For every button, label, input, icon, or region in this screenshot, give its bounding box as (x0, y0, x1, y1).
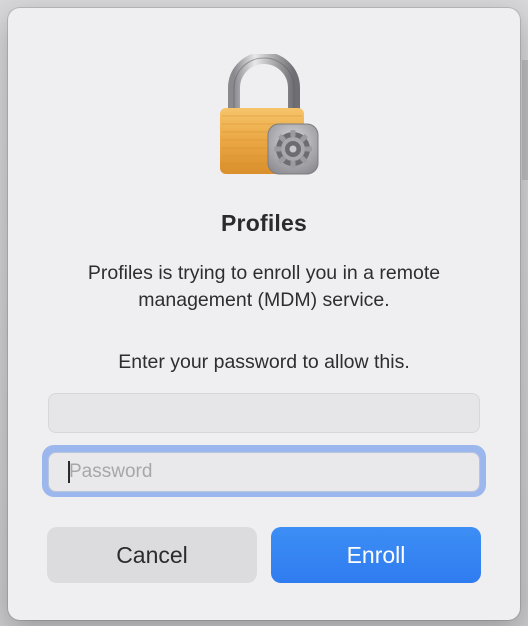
password-field[interactable] (48, 452, 480, 492)
background-window-edge (522, 60, 528, 180)
username-field[interactable] (48, 393, 480, 433)
dialog-title: Profiles (221, 210, 307, 236)
password-prompt: Enter your password to allow this. (118, 351, 410, 373)
lock-with-gear-icon (218, 52, 322, 184)
mdm-enroll-dialog: Profiles Profiles is trying to enroll yo… (8, 8, 520, 620)
text-caret (68, 461, 70, 483)
cancel-button[interactable]: Cancel (47, 527, 257, 583)
enroll-button[interactable]: Enroll (271, 527, 481, 583)
dialog-message: Profiles is trying to enroll you in a re… (87, 262, 441, 311)
